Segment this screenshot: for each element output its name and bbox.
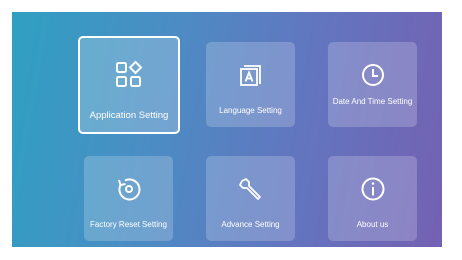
advance-setting-label: Advance Setting (221, 220, 280, 229)
factory-reset-icon (116, 176, 142, 202)
language-setting-label: Language Setting (219, 106, 282, 115)
info-icon (360, 176, 386, 202)
date-time-setting-tile[interactable]: Date And Time Setting (328, 42, 417, 127)
language-setting-tile[interactable]: Language Setting (206, 42, 295, 127)
clock-icon (360, 62, 386, 88)
settings-screen: Application Setting Language Setting Dat… (12, 12, 442, 247)
application-setting-tile[interactable]: Application Setting (78, 36, 180, 134)
factory-reset-setting-label: Factory Reset Setting (90, 220, 167, 229)
apps-grid-icon (114, 60, 144, 90)
about-us-label: About us (356, 220, 389, 229)
date-time-setting-label: Date And Time Setting (332, 97, 413, 106)
wrench-icon (238, 176, 264, 202)
application-setting-label: Application Setting (89, 110, 169, 121)
about-us-tile[interactable]: About us (328, 156, 417, 241)
advance-setting-tile[interactable]: Advance Setting (206, 156, 295, 241)
factory-reset-setting-tile[interactable]: Factory Reset Setting (84, 156, 173, 241)
language-icon (238, 62, 264, 88)
